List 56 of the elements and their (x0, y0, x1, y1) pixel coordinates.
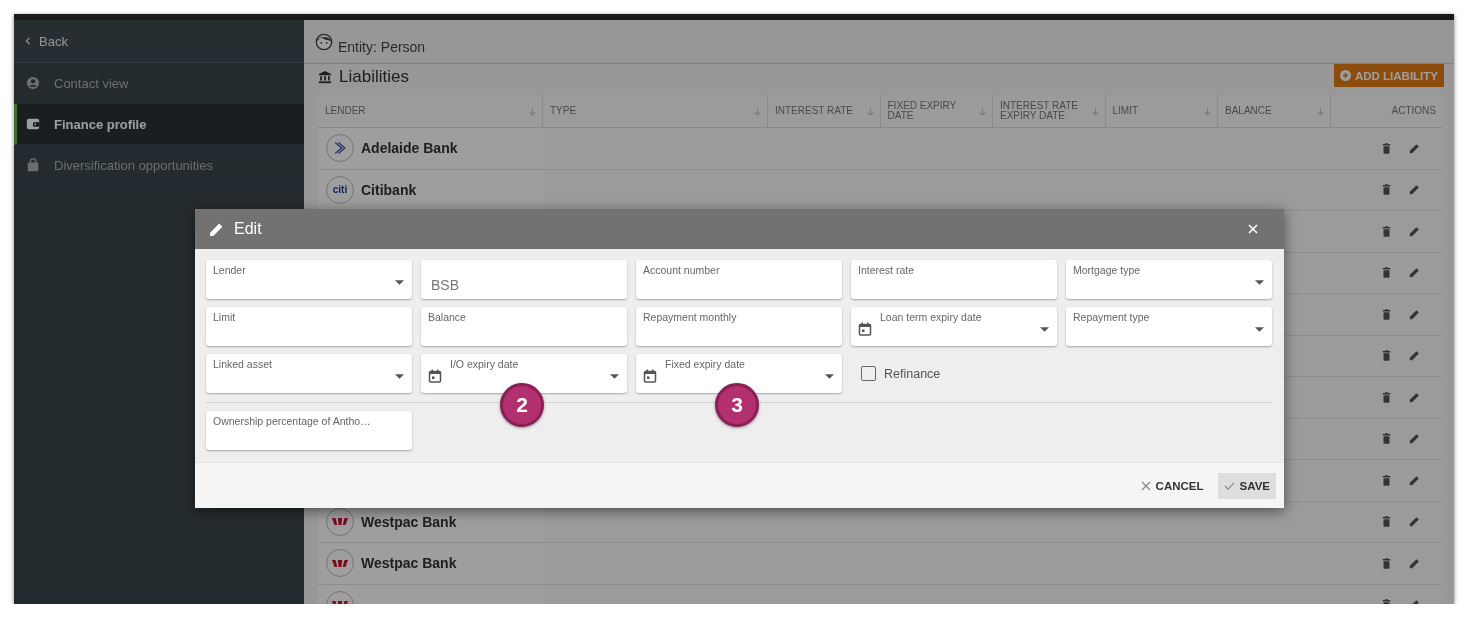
select-field[interactable]: Lender (206, 260, 412, 299)
caret-icon[interactable] (395, 280, 404, 285)
calendar-icon[interactable] (643, 369, 657, 383)
caret-icon[interactable] (610, 374, 619, 379)
input-field[interactable]: Limit (206, 307, 412, 346)
column-header[interactable]: INTEREST RATE EXPIRY DATE (993, 95, 1106, 127)
check-icon (1223, 480, 1235, 491)
plus-icon (1339, 70, 1351, 81)
calendar-icon[interactable] (428, 369, 442, 383)
select-field[interactable]: Repayment type (1066, 307, 1272, 346)
caret-icon[interactable] (825, 374, 834, 379)
lender-name: Citibank (361, 181, 417, 198)
caret-icon[interactable] (1040, 327, 1049, 332)
sidebar-item[interactable]: Finance profile (14, 104, 304, 145)
date-field[interactable]: Fixed expiry date (636, 354, 842, 393)
caret-icon[interactable] (395, 374, 404, 379)
entity-label: Entity: Person (338, 38, 426, 55)
lender-name: Westpac Bank (361, 513, 457, 530)
lender-name: Adelaide Bank (361, 140, 458, 157)
cancel-button[interactable]: CANCEL (1134, 472, 1210, 499)
section-title: Liabilities (339, 67, 409, 87)
caret-icon[interactable] (1255, 327, 1264, 332)
input-field[interactable]: BSB (421, 260, 627, 299)
close-icon (1140, 480, 1151, 491)
face-icon (315, 32, 333, 51)
date-field[interactable]: Loan term expiry date (851, 307, 1057, 346)
wallet-icon (26, 117, 40, 131)
bag-icon (26, 158, 40, 172)
column-header[interactable]: LENDER (318, 95, 543, 127)
bank-icon (318, 70, 332, 84)
column-header[interactable]: TYPE (543, 95, 768, 127)
input-field[interactable]: Ownership percentage of Antho… (206, 411, 412, 450)
calendar-icon[interactable] (858, 322, 872, 336)
refinance-checkbox[interactable]: Refinance (851, 354, 1057, 393)
column-header[interactable]: ACTIONS (1330, 95, 1442, 127)
person-icon (26, 76, 40, 90)
input-field[interactable]: Balance (421, 307, 627, 346)
column-header[interactable]: BALANCE (1218, 95, 1331, 127)
bank-logo: citi (326, 175, 354, 204)
column-header[interactable]: LIMIT (1105, 95, 1218, 127)
column-header[interactable]: INTEREST RATE (768, 95, 881, 127)
dialog-title: Edit (234, 220, 263, 238)
select-field[interactable]: Linked asset (206, 354, 412, 393)
caret-icon[interactable] (1255, 280, 1264, 285)
column-header[interactable]: FIXED EXPIRY DATE (880, 95, 993, 127)
date-field[interactable]: I/O expiry date (421, 354, 627, 393)
save-button[interactable]: SAVE (1217, 472, 1276, 499)
input-field[interactable]: Interest rate (851, 260, 1057, 299)
chevron-left-icon (24, 37, 32, 45)
input-field[interactable]: Account number (636, 260, 842, 299)
lender-name: Westpac Bank (361, 555, 457, 572)
input-field[interactable]: Repayment monthly (636, 307, 842, 346)
select-field[interactable]: Mortgage type (1066, 260, 1272, 299)
close-icon[interactable] (1248, 224, 1258, 234)
callout-badge: 2 (500, 383, 544, 427)
callout-badge: 3 (715, 383, 759, 427)
